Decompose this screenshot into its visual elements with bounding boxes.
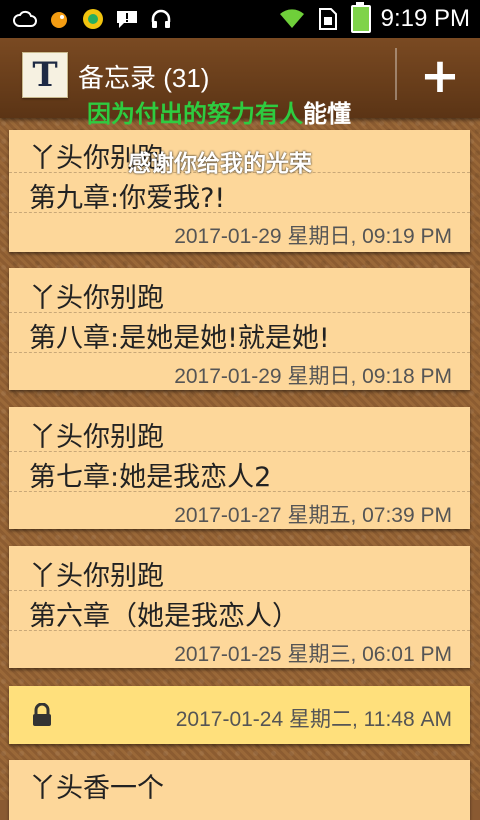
locked-note-item[interactable]: 2017-01-24 星期二, 11:48 AM — [9, 686, 470, 744]
note-divider — [9, 312, 470, 313]
note-subtitle: 第八章:是她是她!就是她! — [29, 323, 330, 354]
media-app-icon — [80, 6, 106, 32]
lyrics-overlay-line1: 因为付出的努力有人能懂 — [87, 94, 351, 129]
note-item[interactable]: 丫头你别跑 第八章:是她是她!就是她! 2017-01-29 星期日, 09:1… — [9, 268, 470, 390]
note-item[interactable]: 丫头你别跑 第七章:她是我恋人2 2017-01-27 星期五, 07:39 P… — [9, 407, 470, 529]
status-time: 9:19 PM — [380, 5, 470, 32]
squirrel-app-icon — [46, 6, 72, 32]
note-item[interactable]: 丫头你别跑 第六章（她是我恋人） 2017-01-25 星期三, 06:01 P… — [9, 546, 470, 668]
battery-icon — [350, 2, 371, 33]
note-date: 2017-01-27 星期五, 07:39 PM — [174, 504, 452, 527]
chat-icon — [114, 6, 140, 32]
lyrics-white-text: 能懂 — [303, 100, 351, 128]
action-divider — [395, 48, 397, 100]
note-divider — [9, 212, 470, 213]
note-date: 2017-01-25 星期三, 06:01 PM — [174, 643, 452, 666]
lyrics-overlay-line2: 感谢你给我的光荣 — [128, 151, 312, 177]
note-date: 2017-01-29 星期日, 09:19 PM — [174, 225, 452, 248]
note-title: 丫头香一个 — [29, 773, 164, 804]
note-divider — [9, 491, 470, 492]
note-date: 2017-01-24 星期二, 11:48 AM — [175, 708, 452, 731]
note-divider — [9, 352, 470, 353]
wifi-icon — [279, 6, 305, 32]
status-bar: 9:19 PM — [0, 0, 480, 38]
lock-icon — [31, 702, 53, 727]
app-title: 备忘录 (31) — [78, 63, 210, 93]
note-item[interactable]: 丫头香一个 — [9, 760, 470, 820]
sim-icon — [315, 6, 341, 32]
headset-icon — [148, 6, 174, 32]
note-divider — [9, 590, 470, 591]
cloud-icon — [12, 6, 38, 32]
note-divider — [9, 451, 470, 452]
note-title: 丫头你别跑 — [29, 283, 164, 314]
note-subtitle: 第九章:你爱我?! — [29, 183, 226, 214]
note-title: 丫头你别跑 — [29, 422, 164, 453]
lyrics-green-text: 因为付出的努力有人 — [87, 100, 303, 128]
add-note-button[interactable]: + — [410, 44, 470, 108]
app-logo-icon[interactable]: T — [22, 52, 68, 98]
note-divider — [9, 630, 470, 631]
note-subtitle: 第六章（她是我恋人） — [29, 601, 299, 632]
note-title: 丫头你别跑 — [29, 561, 164, 592]
note-subtitle: 第七章:她是我恋人2 — [29, 462, 272, 493]
note-date: 2017-01-29 星期日, 09:18 PM — [174, 365, 452, 388]
